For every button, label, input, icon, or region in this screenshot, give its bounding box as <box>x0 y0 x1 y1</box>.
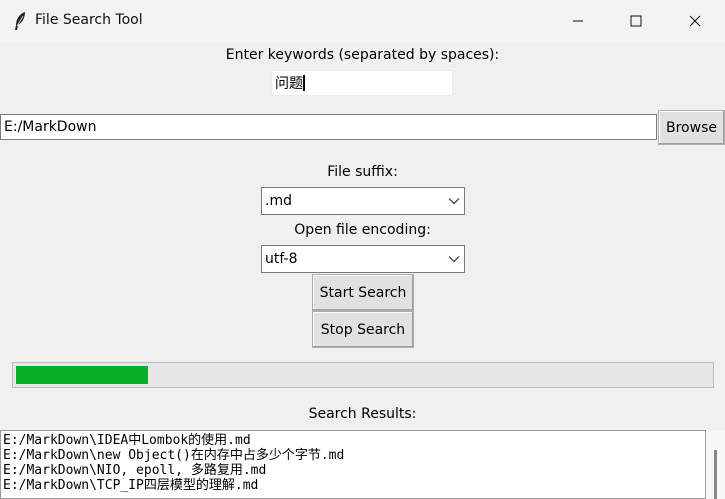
keywords-label: Enter keywords (separated by spaces): <box>225 47 500 63</box>
path-input[interactable]: E:/MarkDown <box>0 114 657 140</box>
title-bar: File Search Tool <box>0 0 725 42</box>
minimize-icon <box>572 15 584 27</box>
window-title: File Search Tool <box>35 12 143 28</box>
stop-search-button[interactable]: Stop Search <box>312 311 414 348</box>
encoding-value: utf-8 <box>265 251 298 267</box>
feather-icon <box>13 11 27 31</box>
results-list[interactable]: E:/MarkDown\IDEA中Lombok的使用.md E:/MarkDow… <box>0 430 706 499</box>
chevron-down-icon[interactable] <box>444 246 464 272</box>
result-item[interactable]: E:/MarkDown\TCP_IP四层模型的理解.md <box>1 478 705 493</box>
close-button[interactable] <box>666 0 724 42</box>
result-item[interactable]: E:/MarkDown\new Object()在内存中占多少个字节.md <box>1 448 705 463</box>
suffix-label: File suffix: <box>327 164 398 180</box>
result-item[interactable]: E:/MarkDown\IDEA中Lombok的使用.md <box>1 433 705 448</box>
maximize-icon <box>630 15 642 27</box>
chevron-down-icon[interactable] <box>444 188 464 214</box>
encoding-label: Open file encoding: <box>294 222 431 238</box>
text-caret <box>303 75 305 91</box>
keywords-value: 问题 <box>275 76 303 92</box>
results-scrollbar[interactable] <box>706 430 725 499</box>
results-label: Search Results: <box>308 406 417 422</box>
path-value: E:/MarkDown <box>4 119 97 135</box>
result-item[interactable]: E:/MarkDown\NIO, epoll, 多路复用.md <box>1 463 705 478</box>
suffix-select[interactable]: .md <box>261 187 465 215</box>
close-icon <box>689 15 701 27</box>
keywords-input[interactable]: 问题 <box>271 70 453 96</box>
encoding-select[interactable]: utf-8 <box>261 245 465 273</box>
suffix-value: .md <box>265 193 292 209</box>
browse-button[interactable]: Browse <box>658 110 725 145</box>
start-search-button[interactable]: Start Search <box>312 274 414 311</box>
scrollbar-thumb[interactable] <box>714 450 717 499</box>
minimize-button[interactable] <box>549 0 607 42</box>
progress-bar <box>12 362 714 388</box>
progress-fill <box>16 366 148 384</box>
maximize-button[interactable] <box>607 0 665 42</box>
